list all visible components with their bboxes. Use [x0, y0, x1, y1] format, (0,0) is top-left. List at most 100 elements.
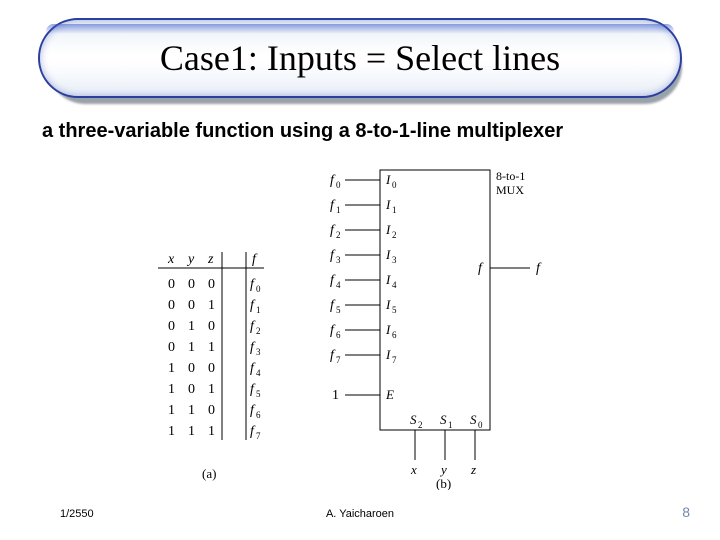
footer-author: A. Yaicharoen [0, 508, 720, 520]
mux-select-vars: x y z [410, 462, 476, 477]
mux-select-pins: S2 S1 S0 [410, 412, 483, 430]
svg-text:6: 6 [392, 330, 397, 340]
svg-text:7: 7 [392, 355, 397, 365]
svg-text:4: 4 [336, 280, 341, 290]
svg-text:0: 0 [478, 420, 483, 430]
table-row: 0 0 1 f1 [168, 298, 261, 315]
mux-output-pin: f [478, 261, 484, 276]
svg-text:x: x [410, 462, 417, 477]
svg-text:0: 0 [392, 180, 397, 190]
mux-diagram: x y z f 0 0 0 f0 0 0 1 f1 0 1 0 f2 [150, 160, 570, 490]
th-x: x [167, 252, 175, 267]
svg-text:2: 2 [392, 230, 397, 240]
truth-table-body: 0 0 0 f0 0 0 1 f1 0 1 0 f2 0 1 1 f3 [168, 277, 261, 441]
svg-text:E: E [385, 387, 394, 402]
svg-text:4: 4 [392, 280, 397, 290]
svg-text:0: 0 [208, 277, 215, 292]
svg-text:1: 1 [448, 420, 453, 430]
svg-text:0: 0 [336, 180, 341, 190]
svg-text:0: 0 [188, 361, 195, 376]
table-row: 0 0 0 f0 [168, 277, 261, 294]
svg-text:1: 1 [256, 305, 261, 315]
svg-text:1: 1 [332, 388, 339, 403]
svg-text:1: 1 [208, 298, 215, 313]
th-y: y [186, 252, 195, 267]
mux-label-line2: MUX [496, 183, 524, 197]
title-banner: Case1: Inputs = Select lines [38, 18, 682, 100]
mux-input-labels: f0 f1 f2 f3 f4 f5 f6 f7 1 [330, 173, 341, 403]
svg-text:0: 0 [168, 340, 175, 355]
svg-text:1: 1 [208, 340, 215, 355]
svg-text:5: 5 [392, 305, 397, 315]
mux-input-wires [345, 180, 380, 395]
svg-text:0: 0 [208, 361, 215, 376]
slide-subtitle: a three-variable function using a 8-to-1… [42, 120, 563, 143]
mux-pin-labels: I0 I1 I2 I3 I4 I5 I6 I7 E [385, 172, 397, 402]
svg-text:y: y [439, 462, 447, 477]
table-row: 1 1 0 f6 [168, 403, 261, 420]
svg-text:1: 1 [188, 319, 195, 334]
svg-text:I: I [385, 197, 391, 212]
svg-text:1: 1 [168, 403, 175, 418]
svg-text:I: I [385, 272, 391, 287]
svg-text:5: 5 [256, 389, 261, 399]
svg-text:S: S [440, 412, 447, 427]
svg-text:3: 3 [392, 255, 397, 265]
table-row: 1 0 1 f5 [168, 382, 261, 399]
footer-page-number: 8 [682, 504, 690, 520]
svg-text:z: z [470, 462, 476, 477]
svg-text:0: 0 [168, 277, 175, 292]
title-box: Case1: Inputs = Select lines [38, 18, 682, 98]
svg-text:1: 1 [168, 382, 175, 397]
svg-text:1: 1 [188, 403, 195, 418]
svg-text:I: I [385, 247, 391, 262]
svg-text:0: 0 [208, 403, 215, 418]
table-row: 1 0 0 f4 [168, 361, 261, 378]
svg-text:2: 2 [256, 326, 261, 336]
svg-text:5: 5 [336, 305, 341, 315]
th-z: z [207, 252, 214, 267]
svg-text:4: 4 [256, 368, 261, 378]
svg-text:S: S [410, 412, 417, 427]
mux-box [380, 170, 490, 430]
svg-text:0: 0 [188, 298, 195, 313]
svg-text:0: 0 [208, 319, 215, 334]
svg-text:2: 2 [336, 230, 341, 240]
svg-text:0: 0 [256, 284, 261, 294]
svg-text:1: 1 [188, 424, 195, 439]
svg-text:1: 1 [168, 361, 175, 376]
mux-select-wires [415, 430, 475, 460]
table-row: 0 1 0 f2 [168, 319, 261, 336]
svg-text:1: 1 [392, 205, 397, 215]
slide: Case1: Inputs = Select lines a three-var… [0, 0, 720, 540]
fig-label-a: (a) [202, 466, 216, 481]
svg-text:0: 0 [188, 277, 195, 292]
svg-text:I: I [385, 222, 391, 237]
mux-output-var: f [536, 261, 542, 276]
svg-text:0: 0 [168, 319, 175, 334]
svg-text:I: I [385, 172, 391, 187]
svg-text:1: 1 [188, 340, 195, 355]
svg-text:0: 0 [188, 382, 195, 397]
svg-text:7: 7 [336, 355, 341, 365]
mux-label-line1: 8-to-1 [496, 169, 525, 183]
svg-text:6: 6 [256, 410, 261, 420]
slide-title: Case1: Inputs = Select lines [160, 37, 560, 79]
table-row: 1 1 1 f7 [168, 424, 261, 441]
table-row: 0 1 1 f3 [168, 340, 261, 357]
svg-text:I: I [385, 347, 391, 362]
svg-text:0: 0 [168, 298, 175, 313]
svg-text:1: 1 [168, 424, 175, 439]
svg-text:7: 7 [256, 431, 261, 441]
svg-text:I: I [385, 322, 391, 337]
svg-text:I: I [385, 297, 391, 312]
svg-text:S: S [470, 412, 477, 427]
svg-text:1: 1 [208, 382, 215, 397]
svg-text:6: 6 [336, 330, 341, 340]
svg-text:3: 3 [256, 347, 261, 357]
svg-text:3: 3 [336, 255, 341, 265]
svg-text:2: 2 [418, 420, 423, 430]
svg-text:1: 1 [208, 424, 215, 439]
svg-text:1: 1 [336, 205, 341, 215]
fig-label-b: (b) [436, 476, 451, 490]
